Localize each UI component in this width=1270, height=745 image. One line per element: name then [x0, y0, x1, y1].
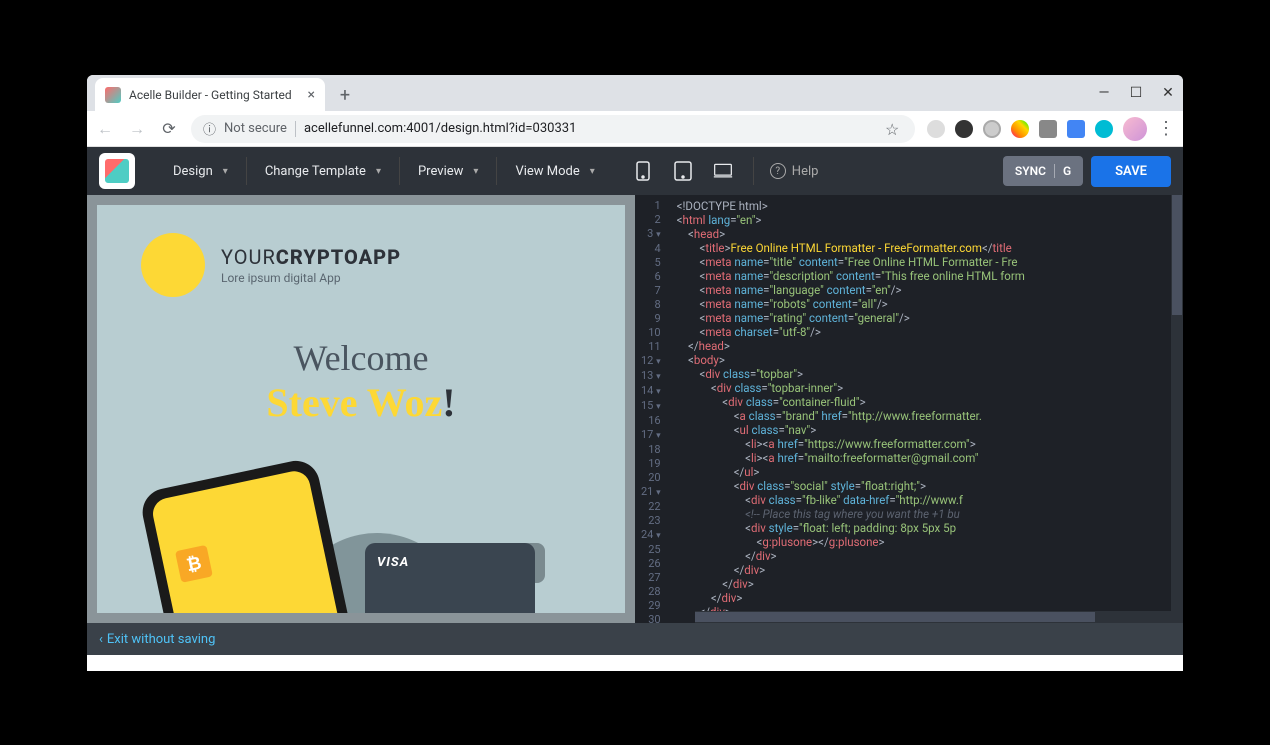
- profile-avatar[interactable]: [1123, 117, 1147, 141]
- chevron-down-icon: ▾: [473, 166, 478, 177]
- browser-window: Acelle Builder - Getting Started × + — ☐…: [87, 75, 1183, 671]
- credit-card-graphic: VISA 3979···· ····1618: [365, 543, 535, 613]
- code-content[interactable]: <!DOCTYPE html><html lang="en"> <head> <…: [671, 195, 1183, 623]
- extension-icon[interactable]: [1067, 120, 1085, 138]
- welcome-name: Steve Woz: [266, 380, 442, 425]
- save-button[interactable]: SAVE: [1091, 156, 1171, 187]
- forward-icon[interactable]: →: [127, 119, 147, 139]
- chevron-down-icon: ▾: [376, 166, 381, 177]
- preview-panel: YOURCRYPTOAPP Lore ipsum digital App Wel…: [87, 195, 635, 623]
- extension-icon[interactable]: [1039, 120, 1057, 138]
- url-field[interactable]: ⓘ Not secure acellefunnel.com:4001/desig…: [191, 115, 915, 143]
- close-window-icon[interactable]: ✕: [1161, 86, 1175, 100]
- brand-logo-icon: [141, 233, 205, 297]
- extension-icon[interactable]: [1095, 120, 1113, 138]
- desktop-icon[interactable]: [713, 161, 733, 181]
- extension-icons: ⋮: [927, 117, 1175, 141]
- workspace: YOURCRYPTOAPP Lore ipsum digital App Wel…: [87, 195, 1183, 623]
- favicon-icon: [105, 87, 121, 103]
- browser-tab[interactable]: Acelle Builder - Getting Started ×: [95, 78, 325, 111]
- url-text: acellefunnel.com:4001/design.html?id=030…: [304, 121, 576, 136]
- menu-icon[interactable]: ⋮: [1157, 118, 1175, 139]
- tab-bar: Acelle Builder - Getting Started × + — ☐…: [87, 75, 1183, 111]
- sync-button[interactable]: SYNCG: [1003, 156, 1083, 186]
- maximize-icon[interactable]: ☐: [1129, 86, 1143, 100]
- exclamation: !: [442, 380, 455, 425]
- star-icon[interactable]: ☆: [885, 120, 903, 138]
- horizontal-scrollbar[interactable]: [695, 611, 1171, 623]
- help-button[interactable]: ?Help: [754, 163, 835, 179]
- reload-icon[interactable]: ⟳: [159, 119, 179, 139]
- new-tab-button[interactable]: +: [331, 81, 359, 109]
- mobile-icon[interactable]: [633, 161, 653, 181]
- chevron-down-icon: ▾: [223, 166, 228, 177]
- help-icon: ?: [770, 163, 786, 179]
- exit-without-saving-link[interactable]: ‹ Exit without saving: [99, 632, 215, 647]
- change-template-menu[interactable]: Change Template▾: [247, 147, 399, 195]
- info-icon: ⓘ: [203, 119, 216, 138]
- bitcoin-icon: ₿: [175, 545, 213, 583]
- tablet-icon[interactable]: [673, 161, 693, 181]
- code-editor[interactable]: 123 ▾456789101112 ▾13 ▾14 ▾15 ▾1617 ▾181…: [635, 195, 1183, 623]
- phone-graphic: ₿: [138, 456, 356, 613]
- brand-tagline: Lore ipsum digital App: [221, 271, 401, 285]
- extension-icon[interactable]: [955, 120, 973, 138]
- chevron-left-icon: ‹: [99, 632, 103, 647]
- visa-label: VISA: [377, 555, 523, 570]
- security-label: Not secure: [224, 121, 287, 136]
- design-menu[interactable]: Design▾: [155, 147, 246, 195]
- extension-icon[interactable]: [927, 120, 945, 138]
- brand-name: YOURCRYPTOAPP: [221, 245, 401, 269]
- separator: [295, 121, 296, 137]
- tab-title: Acelle Builder - Getting Started: [129, 88, 292, 102]
- minimize-icon[interactable]: —: [1097, 86, 1111, 100]
- preview-menu[interactable]: Preview▾: [400, 147, 496, 195]
- footer-bar: ‹ Exit without saving: [87, 623, 1183, 655]
- back-icon[interactable]: ←: [95, 119, 115, 139]
- chevron-down-icon: ▾: [590, 166, 595, 177]
- extension-icon[interactable]: [983, 120, 1001, 138]
- app-toolbar: Design▾ Change Template▾ Preview▾ View M…: [87, 147, 1183, 195]
- app-logo[interactable]: [99, 153, 135, 189]
- extension-icon[interactable]: [1011, 120, 1029, 138]
- preview-content[interactable]: YOURCRYPTOAPP Lore ipsum digital App Wel…: [97, 205, 625, 613]
- scroll-corner: [1171, 611, 1183, 623]
- welcome-heading: Welcome: [141, 337, 581, 379]
- line-gutter: 123 ▾456789101112 ▾13 ▾14 ▾15 ▾1617 ▾181…: [635, 195, 671, 623]
- google-icon: G: [1063, 164, 1071, 178]
- address-bar: ← → ⟳ ⓘ Not secure acellefunnel.com:4001…: [87, 111, 1183, 147]
- vertical-scrollbar[interactable]: [1171, 195, 1183, 611]
- view-mode-menu[interactable]: View Mode▾: [497, 147, 612, 195]
- close-tab-icon[interactable]: ×: [308, 87, 315, 103]
